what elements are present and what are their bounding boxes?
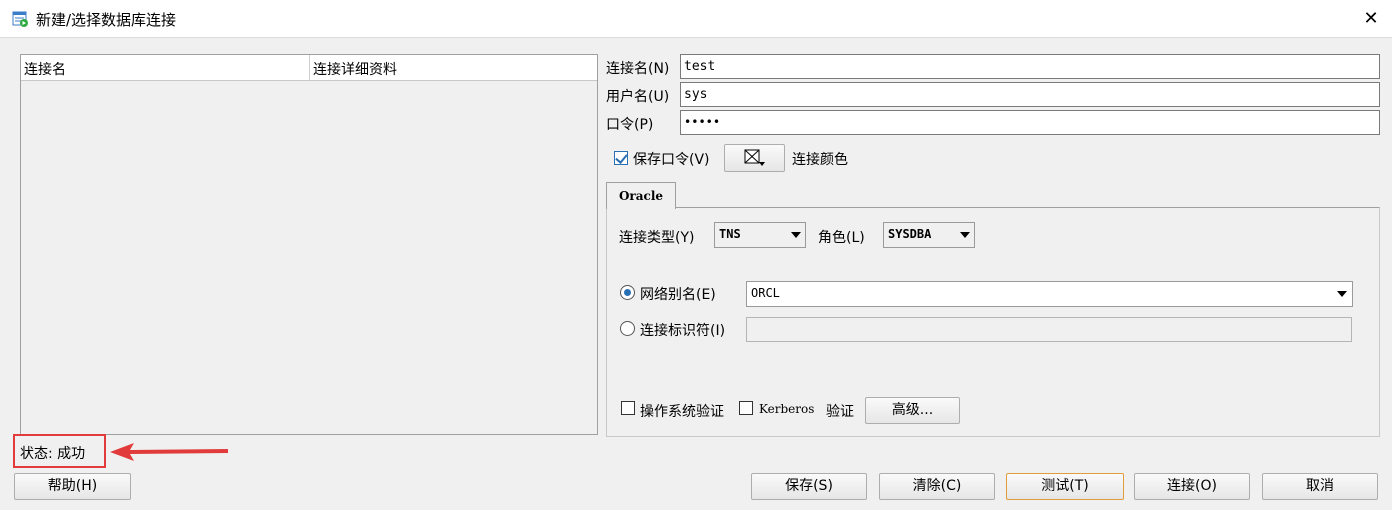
kerberos-label[interactable]: Kerberos xyxy=(759,402,814,416)
connect-button[interactable]: 连接(O) xyxy=(1134,473,1250,500)
status-text: 状态: 成功 xyxy=(20,446,86,462)
network-alias-label[interactable]: 网络别名(E) xyxy=(640,284,716,304)
os-auth-label[interactable]: 操作系统验证 xyxy=(640,401,724,421)
close-icon[interactable]: ✕ xyxy=(1358,6,1384,32)
role-select[interactable]: SYSDBA xyxy=(883,222,975,248)
connection-identifier-input[interactable] xyxy=(746,317,1352,342)
connection-identifier-label[interactable]: 连接标识符(I) xyxy=(640,320,725,340)
password-label: 口令(P) xyxy=(606,117,654,133)
connection-list[interactable]: 连接名 连接详细资料 xyxy=(20,54,598,435)
chevron-down-icon xyxy=(791,232,801,238)
save-password-label[interactable]: 保存口令(V) xyxy=(633,149,710,169)
chevron-down-icon xyxy=(1337,291,1347,297)
column-header-connection-details[interactable]: 连接详细资料 xyxy=(313,59,397,79)
column-header-connection-name[interactable]: 连接名 xyxy=(24,59,66,79)
connection-identifier-radio[interactable] xyxy=(620,321,635,336)
annotation-arrow-icon xyxy=(110,443,228,461)
database-app-icon xyxy=(12,11,28,27)
color-picker-icon xyxy=(744,149,765,166)
kerberos-checkbox[interactable] xyxy=(739,401,753,415)
username-input[interactable]: sys xyxy=(680,82,1380,107)
connection-type-value: TNS xyxy=(719,227,741,241)
connection-color-button[interactable] xyxy=(724,144,785,172)
column-separator[interactable] xyxy=(309,55,310,81)
chevron-down-icon xyxy=(960,232,970,238)
username-label: 用户名(U) xyxy=(606,89,670,105)
clear-button[interactable]: 清除(C) xyxy=(879,473,995,500)
connection-color-label: 连接颜色 xyxy=(792,152,848,168)
os-auth-checkbox[interactable] xyxy=(621,401,635,415)
connection-name-input[interactable]: test xyxy=(680,54,1380,79)
network-alias-select[interactable]: ORCL xyxy=(746,281,1353,307)
save-button[interactable]: 保存(S) xyxy=(751,473,867,500)
connection-name-label: 连接名(N) xyxy=(606,61,670,77)
help-button[interactable]: 帮助(H) xyxy=(14,473,131,500)
role-label: 角色(L) xyxy=(818,230,865,246)
password-input[interactable]: ••••• xyxy=(680,110,1380,135)
tab-oracle[interactable]: Oracle xyxy=(606,182,676,209)
advanced-button[interactable]: 高级... xyxy=(865,397,960,424)
network-alias-radio[interactable] xyxy=(620,285,635,300)
save-password-checkbox[interactable] xyxy=(614,151,628,165)
connection-list-header: 连接名 连接详细资料 xyxy=(21,55,597,81)
connection-type-label: 连接类型(Y) xyxy=(619,230,695,246)
network-alias-value: ORCL xyxy=(751,286,780,300)
test-button[interactable]: 测试(T) xyxy=(1006,473,1124,500)
title-bar: 新建/选择数据库连接 ✕ xyxy=(0,0,1392,38)
role-value: SYSDBA xyxy=(888,227,932,241)
cancel-button[interactable]: 取消 xyxy=(1262,473,1378,500)
kerberos-suffix-label[interactable]: 验证 xyxy=(826,401,854,421)
connection-type-select[interactable]: TNS xyxy=(714,222,806,248)
window-title: 新建/选择数据库连接 xyxy=(36,11,177,29)
